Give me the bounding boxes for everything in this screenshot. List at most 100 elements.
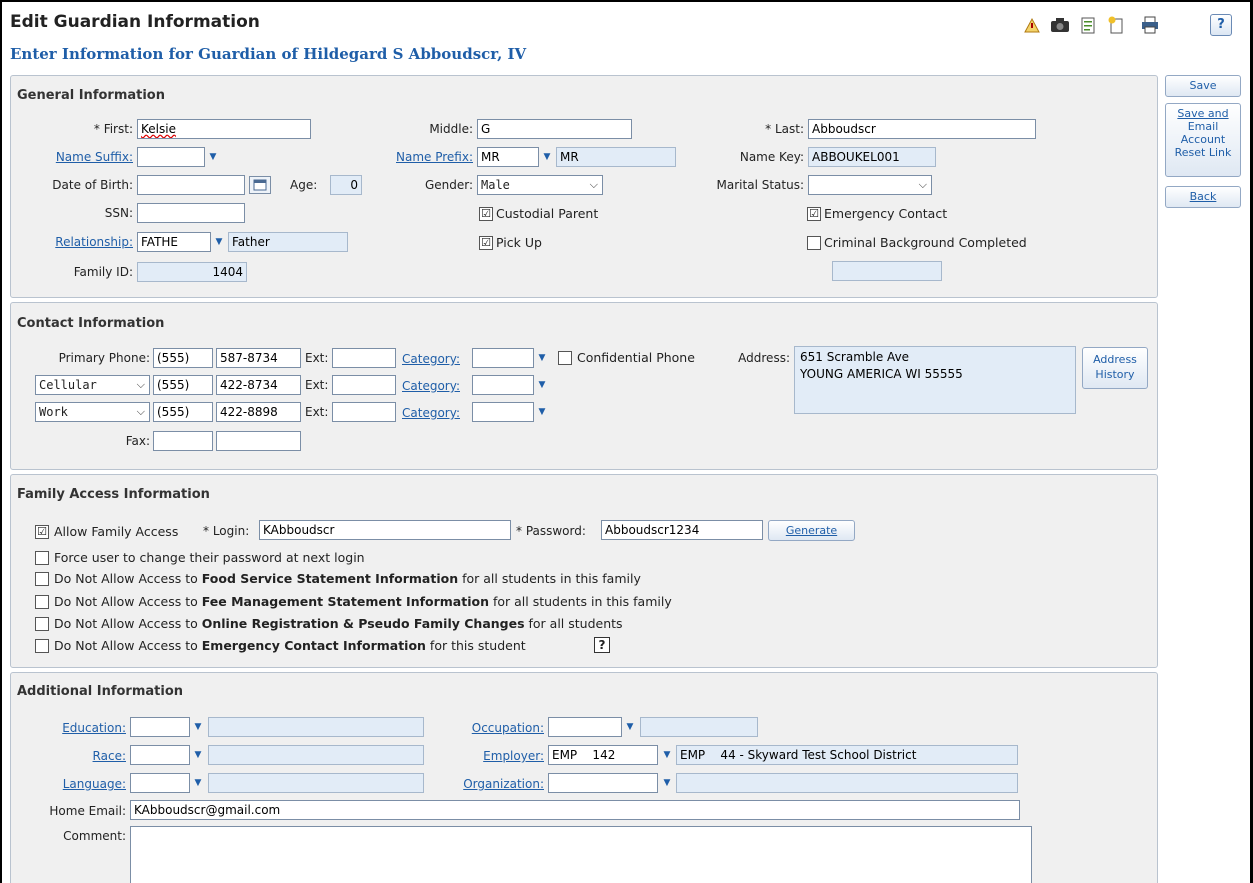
language-link[interactable]: Language: [20,774,126,794]
chevron-down-icon: ⌵ [589,178,598,191]
pick-up-checkbox[interactable]: ☑ [479,236,493,250]
cellular-phone-ext[interactable] [332,375,396,395]
save-and-email-reset-link-button[interactable]: Save and Email Account Reset Link [1165,103,1241,177]
ext-label: Ext: [305,378,329,392]
force-password-change-checkbox[interactable] [35,551,49,565]
category-link[interactable]: Category: [402,403,460,423]
category-link[interactable]: Category: [402,349,460,369]
organization-description [676,773,1018,793]
phone-type-select[interactable]: Cellular ⌵ [35,375,150,395]
name-suffix-link[interactable]: Name Suffix: [20,147,133,167]
criminal-background-checkbox[interactable] [807,236,821,250]
emergency-contact-checkbox[interactable]: ☑ [807,207,821,221]
custodial-parent-checkbox[interactable]: ☑ [479,207,493,221]
primary-phone-ext[interactable] [332,348,396,368]
cellular-phone-number[interactable]: 422-8734 [216,375,301,395]
password-label: * Password: [516,524,586,538]
relationship-link[interactable]: Relationship: [20,232,133,252]
race-code[interactable] [130,745,190,765]
home-email-label: Home Email: [49,804,126,818]
date-of-birth-input[interactable] [137,175,245,195]
deny-fee-management-checkbox[interactable] [35,595,49,609]
fax-area[interactable] [153,431,213,451]
page-subtitle: Enter Information for Guardian of Hildeg… [10,45,527,63]
cellular-phone-category[interactable] [472,375,534,395]
relationship-code[interactable]: FATHE [137,232,211,252]
confidential-phone-label: Confidential Phone [577,350,695,365]
name-prefix-code[interactable]: MR [477,147,539,167]
chevron-down-icon[interactable]: ▼ [191,745,205,765]
help-icon[interactable]: ? [1210,14,1232,36]
print-icon[interactable] [1140,15,1160,35]
chevron-down-icon: ⌵ [918,178,927,191]
password-input[interactable]: Abboudscr1234 [601,520,763,540]
language-code[interactable] [130,773,190,793]
work-phone-number[interactable]: 422-8898 [216,402,301,422]
work-phone-ext[interactable] [332,402,396,422]
chevron-down-icon[interactable]: ▼ [535,375,549,395]
marital-status-label: Marital Status: [716,178,804,192]
home-email-input[interactable]: KAbboudscr@gmail.com [130,800,1020,820]
primary-phone-category[interactable] [472,348,534,368]
camera-icon[interactable] [1050,15,1070,35]
race-link[interactable]: Race: [20,746,126,766]
last-name-input[interactable]: Abboudscr [808,119,1036,139]
education-code[interactable] [130,717,190,737]
calendar-icon[interactable] [249,176,271,194]
chevron-down-icon[interactable]: ▼ [623,717,637,737]
gender-label: Gender: [424,178,473,192]
report-icon[interactable] [1022,15,1042,35]
name-suffix-input[interactable] [137,147,205,167]
education-link[interactable]: Education: [20,718,126,738]
marital-status-select[interactable]: ⌵ [808,175,932,195]
primary-phone-number[interactable]: 587-8734 [216,348,301,368]
phone-type-select[interactable]: Work ⌵ [35,402,150,422]
deny-food-service-checkbox[interactable] [35,572,49,586]
chevron-down-icon[interactable]: ▼ [191,773,205,793]
fax-number[interactable] [216,431,301,451]
chevron-down-icon[interactable]: ▼ [660,745,674,765]
middle-name-input[interactable]: G [477,119,632,139]
notes-icon[interactable] [1078,15,1098,35]
address-textarea[interactable]: 651 Scramble Ave YOUNG AMERICA WI 55555 [794,346,1076,414]
ssn-input[interactable] [137,203,245,223]
chevron-down-icon[interactable]: ▼ [535,348,549,368]
primary-phone-area[interactable]: (555) [153,348,213,368]
save-button[interactable]: Save [1165,75,1241,97]
organization-code[interactable] [548,773,658,793]
chevron-down-icon[interactable]: ▼ [540,147,554,167]
generate-button[interactable]: Generate [768,520,855,541]
work-phone-area[interactable]: (555) [153,402,213,422]
gender-select[interactable]: Male ⌵ [477,175,603,195]
help-icon[interactable]: ? [594,637,610,653]
deny-emergency-contact-checkbox[interactable] [35,639,49,653]
language-description [208,773,424,793]
back-button[interactable]: Back [1165,186,1241,208]
allow-family-access-checkbox[interactable]: ☑ [35,525,49,539]
confidential-phone-checkbox[interactable] [558,351,572,365]
chevron-down-icon[interactable]: ▼ [660,773,674,793]
comment-textarea[interactable] [130,826,1032,883]
work-phone-category[interactable] [472,402,534,422]
first-name-input[interactable]: Kelsie [137,119,311,139]
cellular-phone-area[interactable]: (555) [153,375,213,395]
chevron-down-icon[interactable]: ▼ [535,402,549,422]
login-input[interactable]: KAbboudscr [259,520,511,540]
occupation-code[interactable] [548,717,622,737]
organization-link[interactable]: Organization: [440,774,544,794]
address-label: Address: [738,351,790,365]
employer-code[interactable]: EMP 142 [548,745,658,765]
chevron-down-icon[interactable]: ▼ [191,717,205,737]
new-page-icon[interactable] [1106,15,1126,35]
ssn-label: SSN: [104,206,133,220]
address-history-button[interactable]: Address History [1082,347,1148,389]
occupation-link[interactable]: Occupation: [440,718,544,738]
contact-information-title: Contact Information [17,316,165,331]
name-prefix-link[interactable]: Name Prefix: [380,147,473,167]
category-link[interactable]: Category: [402,376,460,396]
employer-link[interactable]: Employer: [440,746,544,766]
deny-online-registration-checkbox[interactable] [35,617,49,631]
emergency-contact-label: Emergency Contact [824,206,948,221]
chevron-down-icon[interactable]: ▼ [212,232,226,252]
chevron-down-icon[interactable]: ▼ [206,147,220,167]
